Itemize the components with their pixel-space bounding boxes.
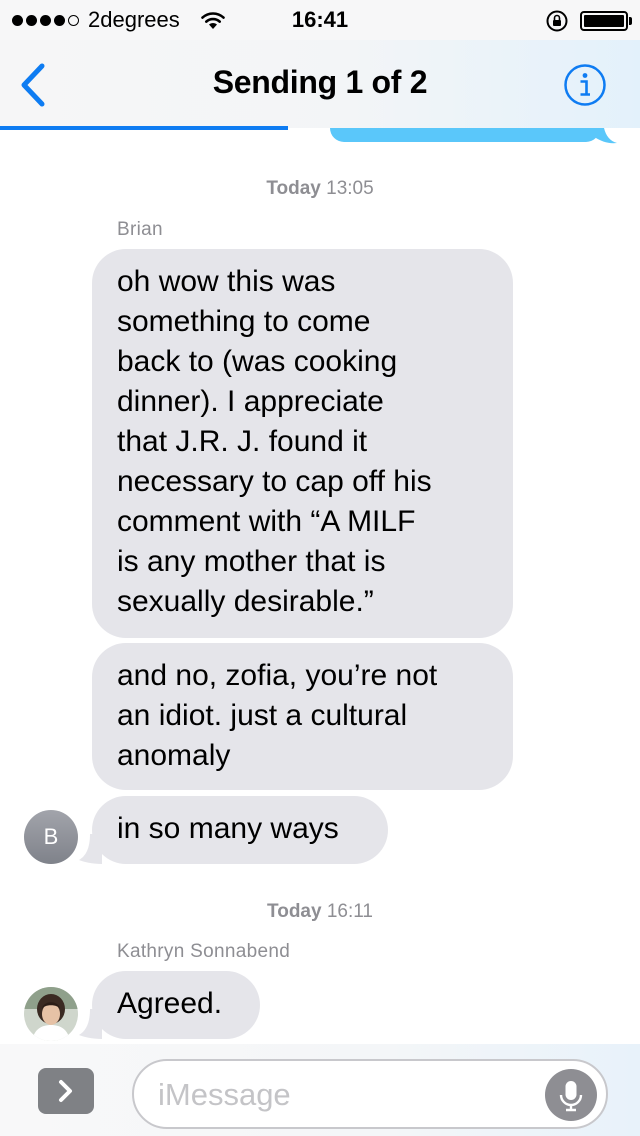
expand-apps-button[interactable] bbox=[38, 1068, 94, 1114]
microphone-button[interactable] bbox=[545, 1069, 597, 1121]
message-line: that J.R. J. found it bbox=[117, 425, 368, 458]
message-input[interactable] bbox=[158, 1075, 538, 1115]
battery-tip bbox=[629, 17, 632, 25]
message-bubble[interactable]: in so many ways bbox=[92, 796, 388, 864]
timestamp-time: 16:11 bbox=[326, 901, 373, 922]
avatar-photo bbox=[24, 987, 78, 1041]
battery-icon bbox=[580, 11, 628, 31]
avatar-initial: B bbox=[43, 824, 59, 849]
message-line: back to (was cooking bbox=[117, 345, 398, 378]
timestamp-time: 13:05 bbox=[326, 178, 374, 199]
sender-name: Kathryn Sonnabend bbox=[117, 941, 291, 962]
timestamp-day: Today bbox=[267, 901, 322, 922]
timestamp-header: Today 16:11 bbox=[0, 901, 640, 923]
avatar[interactable] bbox=[24, 987, 78, 1041]
message-line: Agreed. bbox=[117, 987, 223, 1020]
info-button[interactable] bbox=[563, 63, 607, 107]
message-line: in so many ways bbox=[117, 812, 339, 845]
timestamp-day: Today bbox=[266, 178, 321, 199]
message-line: necessary to cap off his bbox=[117, 465, 432, 498]
message-line: an idiot. just a cultural bbox=[117, 699, 408, 732]
info-icon bbox=[564, 64, 606, 106]
message-line: is any mother that is bbox=[117, 545, 386, 578]
chevron-right-icon bbox=[59, 1080, 72, 1102]
nav-title: Sending 1 of 2 bbox=[212, 64, 428, 100]
outgoing-bubble-tail bbox=[596, 128, 617, 144]
message-line: comment with “A MILF bbox=[117, 505, 416, 538]
incoming-bubble-tail bbox=[79, 834, 102, 864]
imessage-field[interactable] bbox=[132, 1059, 608, 1129]
microphone-icon bbox=[559, 1081, 583, 1112]
message-bubble[interactable]: Agreed. bbox=[92, 971, 260, 1039]
message-line: oh wow this was bbox=[117, 265, 336, 298]
timestamp-header: Today 13:05 bbox=[0, 178, 640, 200]
message-line: dinner). I appreciate bbox=[117, 385, 384, 418]
status-bar: 2degrees 16:41 bbox=[0, 0, 640, 40]
outgoing-message-bubble-peek bbox=[330, 128, 600, 142]
message-line: something to come bbox=[117, 305, 371, 338]
avatar[interactable]: B bbox=[24, 810, 78, 864]
rotation-lock-icon bbox=[546, 10, 568, 32]
incoming-bubble-tail bbox=[79, 1009, 102, 1039]
sender-name: Brian bbox=[117, 219, 163, 240]
message-line: sexually desirable.” bbox=[117, 585, 374, 618]
send-progress-fill bbox=[0, 126, 288, 130]
status-time: 16:41 bbox=[291, 7, 349, 32]
message-bubble[interactable]: and no, zofia, you’re not an idiot. just… bbox=[92, 643, 513, 790]
message-bubble[interactable]: oh wow this was something to come back t… bbox=[92, 249, 513, 638]
message-line: anomaly bbox=[117, 739, 231, 772]
message-line: and no, zofia, you’re not bbox=[117, 659, 438, 692]
navigation-bar: Sending 1 of 2 bbox=[0, 40, 640, 128]
